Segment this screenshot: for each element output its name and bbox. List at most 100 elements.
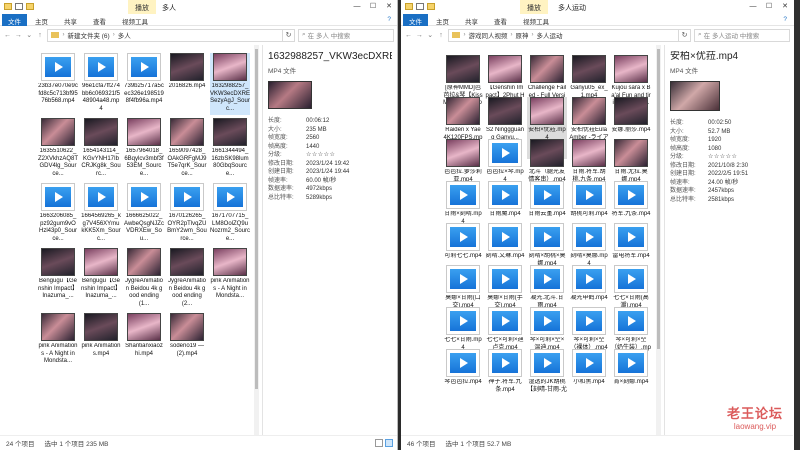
- file-item[interactable]: 1670126265_OYR2pTlvqZUBmY2wm_Source...: [167, 183, 207, 245]
- new-folder-icon[interactable]: [26, 3, 34, 10]
- file-item[interactable]: pink Animations - A Night in Mondsta...: [210, 248, 250, 310]
- tab-home[interactable]: 主页: [27, 14, 56, 26]
- file-item[interactable]: 1664569265_kg7V456XYmukKK5Xm_Sourc...: [81, 183, 121, 245]
- file-item[interactable]: Shantianxiaozhi.mp4: [124, 313, 164, 375]
- tab-view[interactable]: 查看: [486, 14, 515, 26]
- property-row: 帧速率: 24.00 帧/秒: [670, 179, 788, 188]
- close-button[interactable]: ✕: [381, 0, 397, 14]
- scrollbar[interactable]: [656, 45, 661, 435]
- tab-video-tools[interactable]: 视频工具: [515, 14, 557, 26]
- new-folder-icon[interactable]: [427, 3, 435, 10]
- back-arrow-icon[interactable]: ←: [404, 32, 413, 39]
- minimize-button[interactable]: —: [745, 0, 761, 14]
- details-view-icon[interactable]: [375, 439, 383, 447]
- breadcrumb-item[interactable]: 多人: [118, 30, 131, 40]
- desktop: 播放 多人 — ☐ ✕ 文件 主页 共享 查看 视频工具 ? ← → ⌄ ↑ ›…: [0, 0, 800, 450]
- file-item[interactable]: 琴芭芭拉.mp4: [443, 349, 483, 411]
- up-arrow-icon[interactable]: ↑: [35, 32, 44, 39]
- refresh-icon[interactable]: ↻: [679, 28, 691, 42]
- search-input[interactable]: ⌕ 在 多人 中搜索: [298, 28, 394, 42]
- tab-share[interactable]: 共享: [56, 14, 85, 26]
- watermark-url: laowang.vip: [733, 422, 777, 431]
- file-item[interactable]: 1659097428_OAkGRFgMJ9T5e7qrK_Source...: [167, 118, 207, 180]
- breadcrumb-item[interactable]: 游戏同人视频: [468, 30, 507, 40]
- file-item[interactable]: Bengugu【Genshin Impact】Inazuma_...: [81, 248, 121, 310]
- property-row: 分级: ☆☆☆☆☆: [670, 153, 788, 162]
- folder-icon[interactable]: [405, 3, 413, 10]
- file-item[interactable]: 小和黑.mp4: [569, 349, 609, 411]
- file-item[interactable]: 23b37e070e9cfd8c5c713bf9576b568.mp4: [38, 53, 78, 115]
- file-item[interactable]: 1663206085_pz92gum9vOHzl43p0_Source...: [38, 183, 78, 245]
- file-item[interactable]: 2016826.mp4: [167, 53, 207, 115]
- refresh-icon[interactable]: ↻: [283, 28, 295, 42]
- chevron-right-icon: ›: [112, 32, 115, 38]
- file-item[interactable]: 神子.将军.九条.mp4: [485, 349, 525, 411]
- file-item[interactable]: 1635510622_Z2XVkhzAQ8TGDV4lg_Source...: [38, 118, 78, 180]
- video-thumbnail: [614, 97, 648, 125]
- recent-chevron-icon[interactable]: ⌄: [25, 31, 34, 39]
- file-item[interactable]: 宵×刻娜.mp4: [611, 349, 651, 411]
- file-item[interactable]: 湿透的JK胡桃【刻晴-甘雨-尤: [527, 349, 567, 411]
- search-icon: ⌕: [302, 31, 306, 38]
- scrollbar[interactable]: [254, 45, 259, 435]
- breadcrumb-item[interactable]: 原神: [515, 30, 528, 40]
- details-pane: 1632988257_VKW3ecDXRE... MP4 文件 长度: 00:06…: [262, 45, 397, 435]
- file-name: 小和黑.mp4: [573, 379, 605, 385]
- file-item[interactable]: 1654143114_KGvYNH17IbCRJKg8k_Sourc...: [81, 118, 121, 180]
- file-item[interactable]: 1657964018_6Bqylcv3mbf3f53EM_Source...: [124, 118, 164, 180]
- up-arrow-icon[interactable]: ↑: [436, 32, 445, 39]
- video-file-icon: [488, 223, 522, 251]
- file-item[interactable]: 1671707715_LM8OolZQ9uNozrm2_Source...: [210, 183, 250, 245]
- forward-arrow-icon[interactable]: →: [415, 32, 424, 39]
- recent-chevron-icon[interactable]: ⌄: [426, 31, 435, 39]
- file-item[interactable]: 1666625022_AwbeQsgNJZcVDRXEw_Sou...: [124, 183, 164, 245]
- tab-share[interactable]: 共享: [457, 14, 486, 26]
- scrollbar-thumb[interactable]: [255, 49, 258, 389]
- property-key: 分级:: [268, 152, 282, 158]
- forward-arrow-icon[interactable]: →: [14, 32, 23, 39]
- tab-view[interactable]: 查看: [85, 14, 114, 26]
- file-item[interactable]: 96e1cfa7ff274bb6c069321f548904a48.mp4: [81, 53, 121, 115]
- search-input[interactable]: ⌕ 在 多人运动 中搜索: [694, 28, 790, 42]
- properties-icon[interactable]: [416, 3, 424, 10]
- scrollbar-thumb[interactable]: [657, 49, 660, 349]
- tab-file[interactable]: 文件: [403, 14, 428, 26]
- maximize-button[interactable]: ☐: [761, 0, 777, 14]
- screen-edge: [794, 0, 800, 450]
- large-icons-view-icon[interactable]: [385, 439, 393, 447]
- video-thumbnail: [170, 248, 204, 276]
- file-name: 1659097428_OAkGRFgMJ9T5e7qrK_Source...: [167, 148, 207, 177]
- breadcrumb-item[interactable]: 多人运动: [536, 30, 562, 40]
- address-bar[interactable]: › 游戏同人视频 › 原神 › 多人运动: [448, 28, 679, 42]
- close-button[interactable]: ✕: [777, 0, 793, 14]
- file-item[interactable]: pink Animations - A Night in Mondsta...: [38, 313, 78, 375]
- status-bar: 24 个项目 选中 1 个项目 235 MB: [0, 435, 397, 450]
- play-context-tab[interactable]: 播放: [520, 0, 548, 14]
- file-name: 739b25717a5cec326e1985198f4fb96a.mp4: [124, 83, 164, 104]
- tab-video-tools[interactable]: 视频工具: [114, 14, 156, 26]
- file-item[interactable]: Bengugu【Genshin Impact】Inazuma_...: [38, 248, 78, 310]
- file-item[interactable]: JygreAnimation Beidou 4k good ending (1.…: [124, 248, 164, 310]
- play-context-tab[interactable]: 播放: [128, 0, 156, 14]
- minimize-button[interactable]: —: [349, 0, 365, 14]
- back-arrow-icon[interactable]: ←: [3, 32, 12, 39]
- help-icon[interactable]: ?: [379, 14, 397, 26]
- breadcrumb-item[interactable]: 新建文件夹 (6): [67, 30, 109, 40]
- file-name: 96e1cfa7ff274bb6c069321f548904a48.mp4: [81, 83, 121, 112]
- file-item[interactable]: 1661344494_16zbSK98lum80GbqSource...: [210, 118, 250, 180]
- tab-file[interactable]: 文件: [2, 14, 27, 26]
- file-item[interactable]: sodeno19 — (2).mp4: [167, 313, 207, 375]
- status-bar: 46 个项目 选中 1 个项目 52.7 MB: [401, 435, 793, 450]
- folder-icon[interactable]: [4, 3, 12, 10]
- file-item[interactable]: 1632988257_VKW3ecDXRESezyAgJ_Sourc...: [210, 53, 250, 115]
- quick-access-toolbar: [4, 3, 34, 10]
- rating-stars[interactable]: ☆☆☆☆☆: [708, 153, 788, 162]
- file-item[interactable]: JygreAnimation Beidou 4k good ending (2.…: [167, 248, 207, 310]
- properties-icon[interactable]: [15, 3, 23, 10]
- rating-stars[interactable]: ☆☆☆☆☆: [306, 151, 392, 160]
- file-item[interactable]: 739b25717a5cec326e1985198f4fb96a.mp4: [124, 53, 164, 115]
- address-bar[interactable]: › 新建文件夹 (6) › 多人: [47, 28, 283, 42]
- maximize-button[interactable]: ☐: [365, 0, 381, 14]
- file-item[interactable]: pink Animations.mp4: [81, 313, 121, 375]
- tab-home[interactable]: 主页: [428, 14, 457, 26]
